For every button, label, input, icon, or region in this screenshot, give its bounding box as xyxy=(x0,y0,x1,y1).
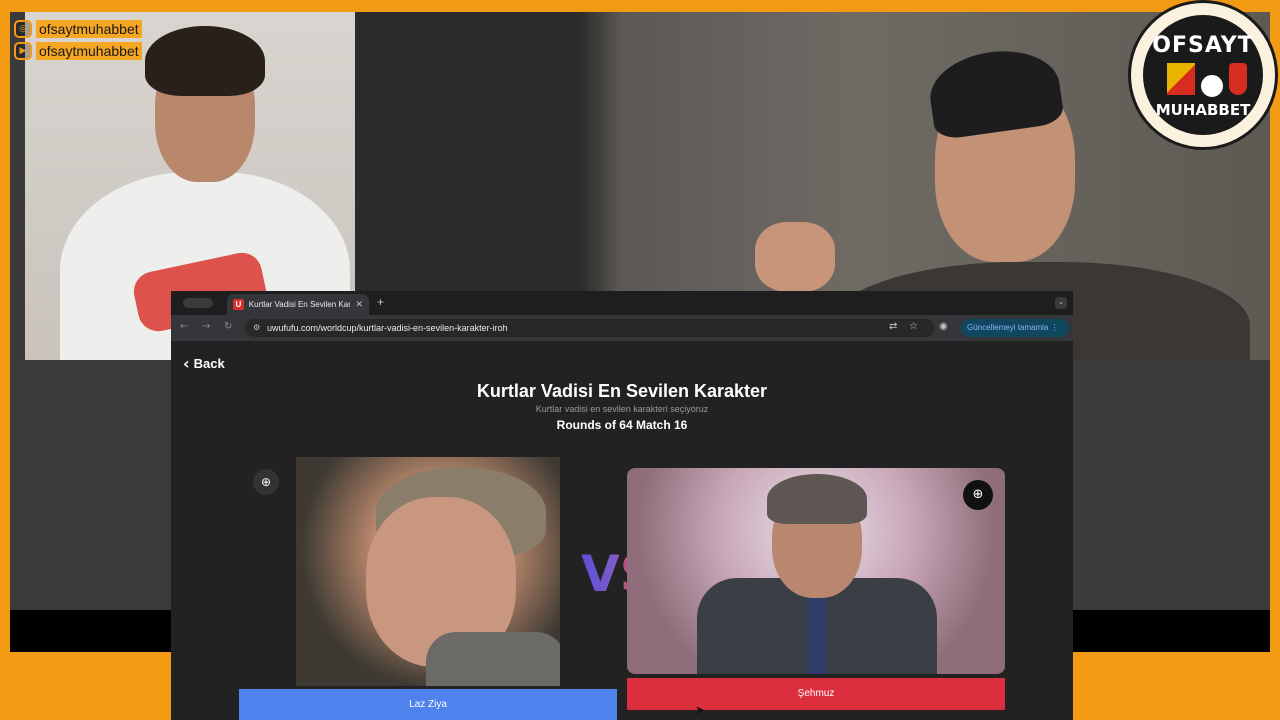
address-bar[interactable]: ⚙ uwufufu.com/worldcup/kurtlar-vadisi-en… xyxy=(245,319,935,337)
url-text: uwufufu.com/worldcup/kurtlar-vadisi-en-s… xyxy=(267,323,508,333)
forward-arrow-icon[interactable]: → xyxy=(202,321,210,332)
instagram-handle: ofsaytmuhabbet xyxy=(36,20,142,38)
logo-text-top: OFSAYT xyxy=(1152,33,1254,58)
tea-glass-icon xyxy=(1229,63,1247,95)
ofsayt-muhabbet-logo: OFSAYT MUHABBET xyxy=(1128,0,1278,150)
person-right-hand xyxy=(755,222,835,292)
back-label: Back xyxy=(193,356,225,371)
page-title: Kurtlar Vadisi En Sevilen Karakter xyxy=(476,381,768,401)
person-left-hair xyxy=(145,26,265,96)
new-tab-button[interactable]: + xyxy=(377,295,384,309)
right-candidate-photo[interactable]: ⊕ xyxy=(627,468,1005,674)
flag-icon xyxy=(1167,63,1195,95)
youtube-icon: ▶ xyxy=(14,42,32,60)
tab-active[interactable]: U Kurtlar Vadisi En Sevilen Kara ✕ xyxy=(227,294,369,315)
back-arrow-icon[interactable]: ← xyxy=(180,321,188,332)
back-button[interactable]: ‹ Back xyxy=(183,354,225,373)
translate-icon[interactable]: ⇄ xyxy=(889,321,897,332)
browser-window: U Kurtlar Vadisi En Sevilen Kara ✕ + ⌄ ←… xyxy=(171,291,1073,720)
tab-search-icon[interactable]: ⌄ xyxy=(1055,297,1067,309)
tab-bar: U Kurtlar Vadisi En Sevilen Kara ✕ + ⌄ xyxy=(171,291,1073,315)
reload-icon[interactable]: ↻ xyxy=(224,321,232,332)
chevron-left-icon: ‹ xyxy=(183,354,190,373)
zoom-left-icon[interactable]: ⊕ xyxy=(253,469,279,495)
choose-right-button[interactable]: Şehmuz xyxy=(627,678,1005,710)
logo-badge: OFSAYT MUHABBET xyxy=(1143,15,1263,135)
tab-group-control[interactable] xyxy=(183,298,213,308)
left-photo-suit xyxy=(426,632,560,686)
instagram-icon: ◎ xyxy=(14,20,32,38)
kebab-menu-icon[interactable]: ⋮ xyxy=(1051,323,1059,332)
mouse-cursor-icon: ➤ xyxy=(695,703,706,717)
uwufufu-favicon-icon: U xyxy=(233,299,244,310)
page-subtitle: Kurtlar vadisi en sevilen karakteri seçi… xyxy=(535,404,709,414)
bookmark-star-icon[interactable]: ☆ xyxy=(909,321,918,332)
youtube-badge: ▶ ofsaytmuhabbet xyxy=(14,42,142,60)
choose-left-button[interactable]: Laz Ziya xyxy=(239,689,617,720)
left-candidate-photo[interactable] xyxy=(296,457,560,686)
site-info-icon[interactable]: ⚙ xyxy=(253,323,260,332)
instagram-badge: ◎ ofsaytmuhabbet xyxy=(14,20,142,38)
right-photo-hair xyxy=(767,474,867,524)
profile-icon[interactable]: ◉ xyxy=(939,321,948,332)
update-button-label: Güncellemeyi tamamla xyxy=(967,323,1049,332)
right-photo-tie xyxy=(807,588,827,674)
update-button[interactable]: Güncellemeyi tamamla ⋮ xyxy=(961,319,1069,337)
tab-title: Kurtlar Vadisi En Sevilen Kara xyxy=(248,300,351,309)
logo-text-bottom: MUHABBET xyxy=(1155,101,1251,119)
browser-toolbar: ← → ↻ ⚙ uwufufu.com/worldcup/kurtlar-vad… xyxy=(171,315,1073,341)
football-icon xyxy=(1199,73,1225,99)
youtube-handle: ofsaytmuhabbet xyxy=(36,42,142,60)
round-info: Rounds of 64 Match 16 xyxy=(556,418,688,432)
page-content: ‹ Back Kurtlar Vadisi En Sevilen Karakte… xyxy=(171,341,1073,720)
zoom-right-icon[interactable]: ⊕ xyxy=(963,480,993,510)
close-tab-icon[interactable]: ✕ xyxy=(355,299,363,310)
